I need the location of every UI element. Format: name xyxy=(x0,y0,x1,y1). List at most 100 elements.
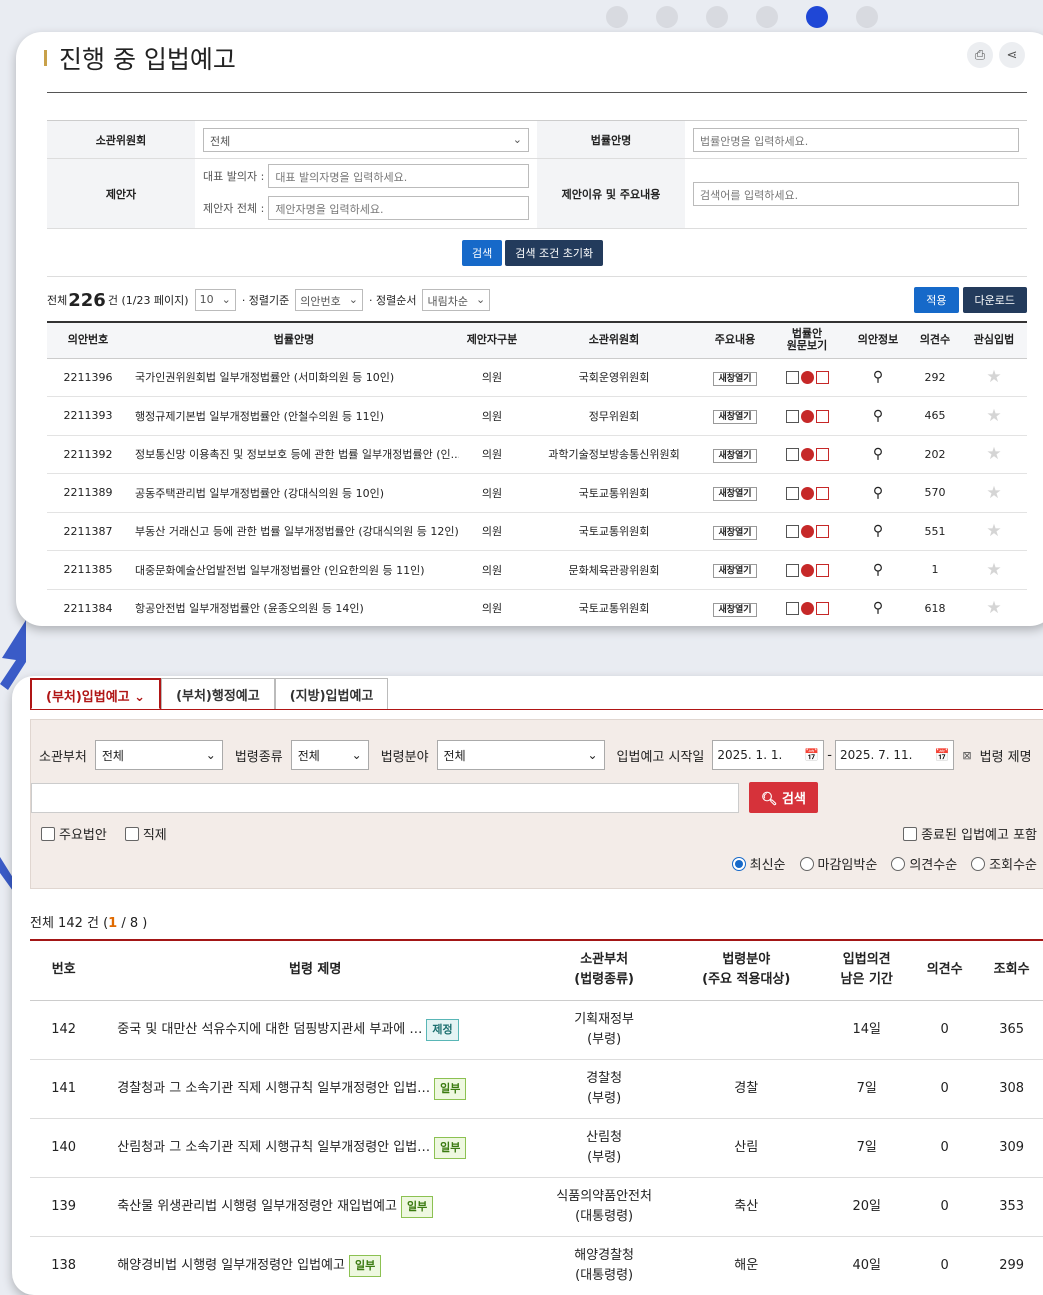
open-window-button[interactable]: 새창열기 xyxy=(713,410,757,425)
document-icon[interactable] xyxy=(785,409,799,423)
open-window-button[interactable]: 새창열기 xyxy=(713,525,757,540)
magnifier-icon[interactable]: ⚲ xyxy=(873,369,883,385)
notice-title-link[interactable]: 축산물 위생관리법 시행령 일부개정령안 재입법예고 xyxy=(117,1199,397,1214)
hwp-icon[interactable] xyxy=(800,486,814,500)
pdf-icon[interactable] xyxy=(815,371,829,384)
reason-input[interactable]: 검색어를 입력하세요. xyxy=(693,181,1019,206)
pdf-icon[interactable] xyxy=(815,563,829,577)
date-from-input[interactable]: 2025. 1. 1. 📅 xyxy=(712,740,825,770)
hwp-icon[interactable] xyxy=(800,525,814,538)
carousel-dot-active[interactable] xyxy=(806,6,828,28)
calendar-icon[interactable]: 📅 xyxy=(804,748,819,762)
col-committee[interactable]: 소관위원회 xyxy=(525,322,703,359)
committee-select[interactable]: 전체 ⌄ xyxy=(203,127,529,152)
table-row[interactable]: 2211384 항공안전법 일부개정법률안 (윤종오의원 등 14인) 의원 국토교통… xyxy=(47,589,1027,626)
notice-title-link[interactable]: 경찰청과 그 소속기관 직제 시행규칙 일부개정령안 입법… xyxy=(117,1081,430,1096)
magnifier-icon[interactable]: ⚲ xyxy=(873,523,883,539)
magnifier-icon[interactable]: ⚲ xyxy=(873,600,883,616)
include-ended-checkbox[interactable]: 종료된 입법예고 포함 xyxy=(903,824,1037,843)
notice-title-link[interactable]: 중국 및 대만산 석유수지에 대한 덤핑방지관세 부과에 … xyxy=(117,1022,422,1037)
document-icon[interactable] xyxy=(785,448,799,461)
table-row[interactable]: 2211393 행정규제기본법 일부개정법률안 (안철수의원 등 11인) 의원 정무… xyxy=(47,396,1027,436)
law-title-input[interactable] xyxy=(31,782,739,813)
hwp-icon[interactable] xyxy=(800,371,814,384)
col-bill-info[interactable]: 의안정보 xyxy=(847,322,909,359)
col-original-text[interactable]: 법률안 원문보기 xyxy=(767,322,847,359)
date-to-input[interactable]: 2025. 7. 11. 📅 xyxy=(834,740,955,770)
tab-local-legislative[interactable]: (지방)입법예고 xyxy=(274,678,389,710)
col-interest[interactable]: 관심입법 xyxy=(961,322,1027,359)
bill-name-link[interactable]: 부동산 거래신고 등에 관한 법률 일부개정법률안 (강대식의원 등 12인) xyxy=(129,512,459,551)
star-icon[interactable]: ★ xyxy=(986,367,1001,387)
rep-proposer-input[interactable]: 대표 발의자명을 입력하세요. xyxy=(268,164,529,188)
open-window-button[interactable]: 새창열기 xyxy=(713,564,757,579)
carousel-dot[interactable] xyxy=(656,6,678,28)
bill-name-link[interactable]: 항공안전법 일부개정법률안 (윤종오의원 등 14인) xyxy=(129,589,459,626)
ministry-select[interactable]: 전체 ⌄ xyxy=(94,740,223,770)
table-row[interactable]: 138 해양경비법 시행령 일부개정령안 입법예고 일부 해양경찰청 (대통령령) 해운 4… xyxy=(30,1236,1043,1295)
pdf-icon[interactable] xyxy=(815,525,829,538)
star-icon[interactable]: ★ xyxy=(986,406,1001,426)
print-icon[interactable]: ⎙ xyxy=(967,42,993,68)
carousel-dot[interactable] xyxy=(606,6,628,28)
sort-opinions-radio[interactable]: 의견수순 xyxy=(891,854,957,873)
open-window-button[interactable]: 새창열기 xyxy=(713,487,757,502)
table-row[interactable]: 2211385 대중문화예술산업발전법 일부개정법률안 (인요한의원 등 11인)… xyxy=(47,550,1027,590)
reset-button[interactable]: 검색 조건 초기화 xyxy=(505,240,604,266)
document-icon[interactable] xyxy=(785,563,799,577)
share-icon[interactable]: ⋖ xyxy=(999,42,1025,68)
carousel-dot[interactable] xyxy=(756,6,778,28)
bill-name-link[interactable]: 국가인권위원회법 일부개정법률안 (서미화의원 등 10인) xyxy=(129,358,459,397)
table-row[interactable]: 2211396 국가인권위원회법 일부개정법률안 (서미화의원 등 10인) 의원 국… xyxy=(47,358,1027,397)
table-row[interactable]: 140 산림청과 그 소속기관 직제 시행규칙 일부개정령안 입법… 일부 산림청 (부… xyxy=(30,1118,1043,1178)
major-bill-checkbox[interactable]: 주요법안 xyxy=(41,824,107,843)
document-icon[interactable] xyxy=(785,525,799,538)
magnifier-icon[interactable]: ⚲ xyxy=(873,562,883,578)
table-row[interactable]: 141 경찰청과 그 소속기관 직제 시행규칙 일부개정령안 입법… 일부 경찰청 (부… xyxy=(30,1059,1043,1119)
search-button[interactable]: 🔍︎ 검색 xyxy=(749,782,818,813)
download-button[interactable]: 다운로드 xyxy=(962,287,1027,313)
pdf-icon[interactable] xyxy=(815,448,829,461)
open-window-button[interactable]: 새창열기 xyxy=(713,371,757,386)
document-icon[interactable] xyxy=(785,486,799,500)
hwp-icon[interactable] xyxy=(800,409,814,423)
calendar-icon[interactable]: 📅 xyxy=(934,748,949,762)
table-row[interactable]: 142 중국 및 대만산 석유수지에 대한 덤핑방지관세 부과에 … 제정 기획재정부… xyxy=(30,1000,1043,1060)
all-proposer-input[interactable]: 제안자명을 입력하세요. xyxy=(268,196,529,220)
magnifier-icon[interactable]: ⚲ xyxy=(873,485,883,501)
notice-title-link[interactable]: 산림청과 그 소속기관 직제 시행규칙 일부개정령안 입법… xyxy=(117,1140,430,1155)
bill-name-link[interactable]: 대중문화예술산업발전법 일부개정법률안 (인요한의원 등 11인) xyxy=(129,550,459,590)
col-bill-no[interactable]: 의안번호 xyxy=(47,322,129,359)
bill-name-link[interactable]: 정보통신망 이용촉진 및 정보보호 등에 관한 법률 일부개정법률안 (인... xyxy=(129,435,459,474)
table-row[interactable]: 2211389 공동주택관리법 일부개정법률안 (강대식의원 등 10인) 의원 국토… xyxy=(47,473,1027,513)
per-page-select[interactable]: 10 ⌄ xyxy=(194,289,236,311)
order-select[interactable]: 내림차순 ⌄ xyxy=(422,289,491,311)
open-window-button[interactable]: 새창열기 xyxy=(713,602,757,617)
organization-checkbox[interactable]: 직제 xyxy=(124,824,167,843)
pdf-icon[interactable] xyxy=(815,486,829,500)
col-main-content[interactable]: 주요내용 xyxy=(703,322,767,359)
star-icon[interactable]: ★ xyxy=(986,444,1001,464)
sort-views-radio[interactable]: 조회수순 xyxy=(971,854,1037,873)
pdf-icon[interactable] xyxy=(815,602,829,615)
magnifier-icon[interactable]: ⚲ xyxy=(873,446,883,462)
star-icon[interactable]: ★ xyxy=(986,483,1001,503)
apply-button[interactable]: 적용 xyxy=(914,287,959,313)
star-icon[interactable]: ★ xyxy=(986,560,1001,580)
sort-latest-radio[interactable]: 최신순 xyxy=(731,854,786,873)
col-opinion-count[interactable]: 의견수 xyxy=(909,322,961,359)
clear-date-icon[interactable]: ⊠ xyxy=(962,749,971,762)
star-icon[interactable]: ★ xyxy=(986,521,1001,541)
col-proposer-type[interactable]: 제안자구분 xyxy=(459,322,525,359)
hwp-icon[interactable] xyxy=(800,448,814,461)
notice-title-link[interactable]: 해양경비법 시행령 일부개정령안 입법예고 xyxy=(117,1258,345,1273)
table-row[interactable]: 2211392 정보통신망 이용촉진 및 정보보호 등에 관한 법률 일부개정법률… xyxy=(47,435,1027,474)
sort-select[interactable]: 의안번호 ⌄ xyxy=(295,289,363,311)
hwp-icon[interactable] xyxy=(800,563,814,577)
hwp-icon[interactable] xyxy=(800,602,814,615)
pdf-icon[interactable] xyxy=(815,409,829,423)
magnifier-icon[interactable]: ⚲ xyxy=(873,408,883,424)
document-icon[interactable] xyxy=(785,371,799,384)
bill-name-link[interactable]: 공동주택관리법 일부개정법률안 (강대식의원 등 10인) xyxy=(129,473,459,513)
tab-ministry-legislative[interactable]: (부처)입법예고 ⌄ xyxy=(30,678,162,710)
